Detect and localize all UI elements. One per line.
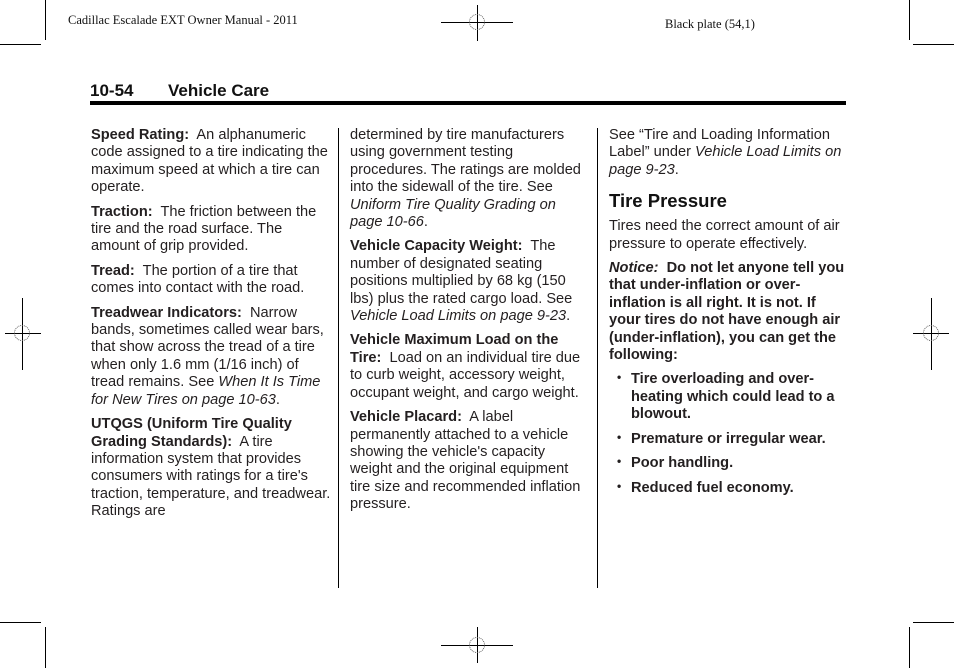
definition-text: determined by tire manufacturers using g… [350, 127, 581, 196]
period: . [423, 214, 428, 231]
consequence-list: Tire overloading and over-heating which … [609, 369, 849, 497]
period: . [275, 391, 280, 408]
definition-treadwear-indicators: Treadwear Indicators: Narrow bands, some… [91, 305, 331, 409]
cross-reference-link[interactable]: Vehicle Load Limits on page 9-23 [350, 308, 566, 324]
header-rule [90, 101, 846, 105]
definition-text: Load on an individual tire due to curb w… [350, 349, 581, 401]
term: Treadwear Indicators: [91, 304, 242, 321]
term: Vehicle Placard: [350, 409, 462, 426]
tire-pressure-intro: Tires need the correct amount of air pre… [609, 218, 840, 252]
crop-mark [913, 622, 954, 623]
definition-vehicle-maximum-load: Vehicle Maximum Load on the Tire: Load o… [350, 332, 590, 402]
plate-header-right: Black plate (54,1) [665, 17, 755, 31]
notice-block: Notice: Do not let anyone tell you that … [609, 260, 849, 364]
cross-reference-link[interactable]: Uniform Tire Quality Grading on page 10-… [350, 197, 556, 230]
definition-utqgs-continued: determined by tire manufacturers using g… [350, 127, 590, 231]
section-title: Vehicle Care [168, 81, 270, 100]
notice-label: Notice: [609, 260, 659, 277]
page-number: 10-54 [90, 81, 134, 100]
column-divider [338, 128, 339, 588]
column-2: determined by tire manufacturers using g… [350, 127, 590, 521]
crop-mark [909, 627, 910, 668]
definition-vehicle-capacity-weight: Vehicle Capacity Weight: The number of d… [350, 238, 590, 325]
crop-mark [909, 0, 910, 40]
period: . [674, 161, 679, 178]
list-item: Premature or irregular wear. [609, 429, 849, 448]
term: Traction: [91, 203, 153, 220]
page-header: 10-54 Vehicle Care [90, 81, 269, 101]
definition-utqgs: UTQGS (Uniform Tire Quality Grading Stan… [91, 416, 331, 520]
list-item: Tire overloading and over-heating which … [609, 369, 849, 423]
period: . [566, 308, 571, 325]
term: Tread: [91, 262, 135, 279]
crop-mark [45, 627, 46, 668]
term: Vehicle Capacity Weight: [350, 238, 523, 255]
section-heading-tire-pressure: Tire Pressure [609, 190, 727, 212]
definition-tread: Tread: The portion of a tire that comes … [91, 263, 331, 298]
crop-mark [0, 622, 41, 623]
crop-mark [45, 0, 46, 40]
definition-speed-rating: Speed Rating: An alphanumeric code assig… [91, 127, 331, 197]
list-item: Reduced fuel economy. [609, 477, 849, 497]
column-1: Speed Rating: An alphanumeric code assig… [91, 127, 331, 528]
list-item: Poor handling. [609, 453, 849, 472]
column-3: See “Tire and Loading Information Label”… [609, 127, 849, 504]
plate-header-left: Cadillac Escalade EXT Owner Manual - 201… [68, 13, 298, 27]
crop-mark [0, 44, 41, 45]
see-tire-loading-label: See “Tire and Loading Information Label”… [609, 127, 849, 179]
term: Speed Rating: [91, 127, 190, 143]
column-divider [597, 128, 598, 588]
definition-traction: Traction: The friction between the tire … [91, 204, 331, 256]
crop-mark [913, 44, 954, 45]
see-text: See [188, 374, 215, 391]
definition-vehicle-placard: Vehicle Placard: A label permanently att… [350, 409, 590, 513]
